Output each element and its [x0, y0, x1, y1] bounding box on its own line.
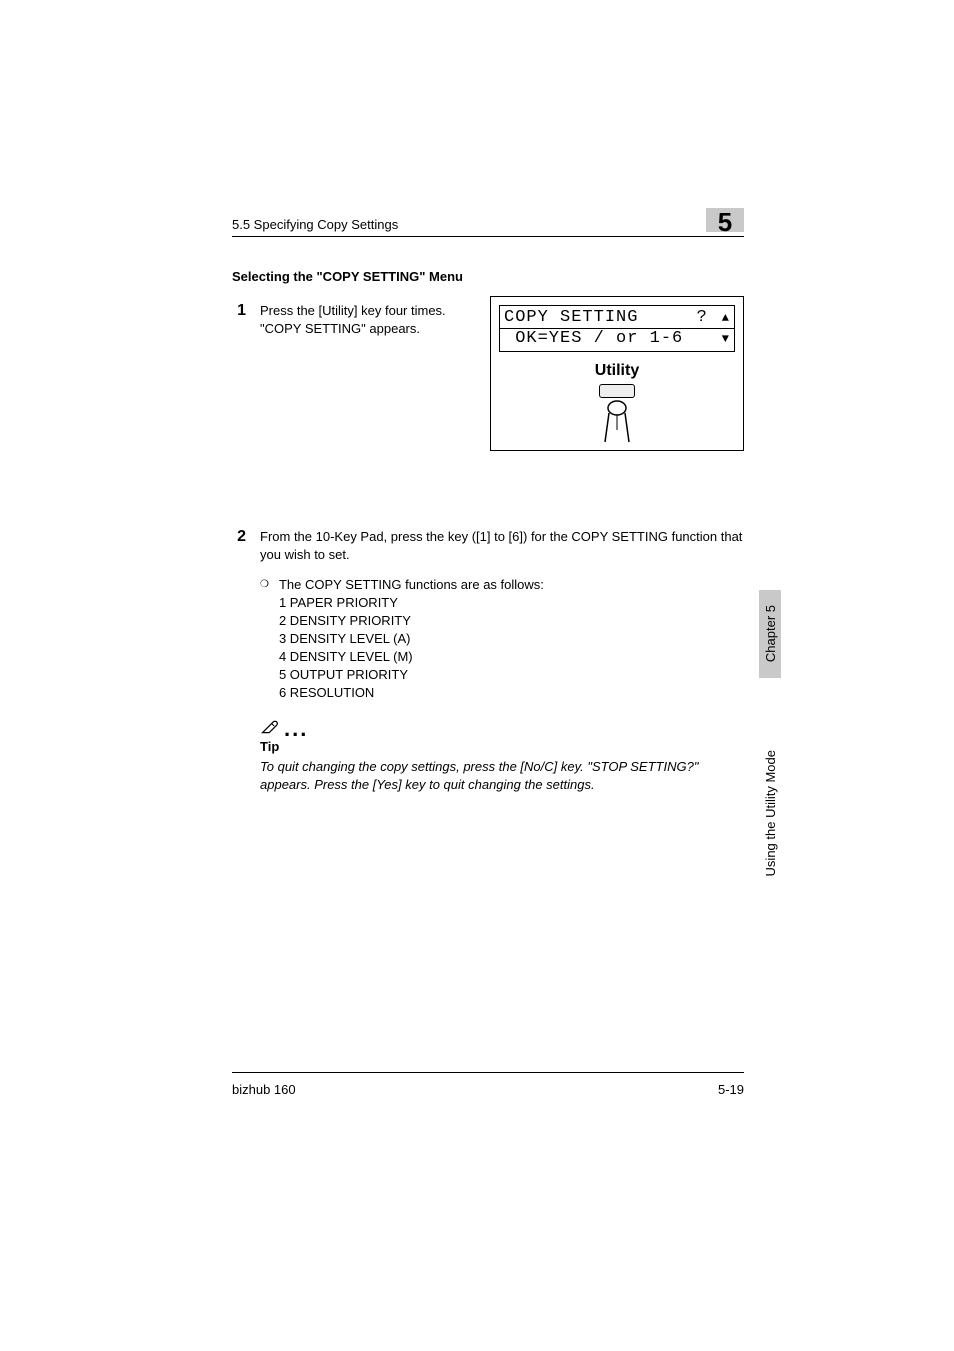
writing-hand-icon [260, 716, 280, 736]
lcd-line-2: OK=YES / or 1-6 ▼ [500, 328, 734, 349]
page: 5.5 Specifying Copy Settings 5 Selecting… [0, 0, 954, 1351]
lcd-line1-left: COPY SETTING [504, 308, 638, 328]
chapter-number: 5 [718, 207, 732, 237]
sub-item-4: 4 DENSITY LEVEL (M) [279, 648, 544, 666]
side-chapter-label: Chapter 5 [763, 605, 778, 662]
header-rule [232, 236, 744, 237]
chapter-number-box: 5 [706, 208, 744, 232]
utility-key-icon [599, 384, 635, 398]
step-2-body: From the 10-Key Pad, press the key ([1] … [260, 528, 744, 794]
sub-item-5: 5 OUTPUT PRIORITY [279, 666, 544, 684]
side-mode-box: Using the Utility Mode [759, 686, 781, 876]
footer-rule [232, 1072, 744, 1073]
tip-block: ... Tip To quit changing the copy settin… [260, 716, 744, 794]
lcd-line2-text: OK=YES / or 1-6 [504, 329, 683, 349]
step-2: 2 From the 10-Key Pad, press the key ([1… [232, 528, 744, 794]
up-arrow-icon: ▲ [722, 308, 730, 328]
sub-item-6: 6 RESOLUTION [279, 684, 544, 702]
lcd-line-1: COPY SETTING ? ▲ [504, 308, 730, 328]
sub-item-3: 3 DENSITY LEVEL (A) [279, 630, 544, 648]
utility-key-label: Utility [499, 362, 735, 380]
running-head: 5.5 Specifying Copy Settings [232, 217, 398, 232]
section-title: Selecting the "COPY SETTING" Menu [232, 269, 744, 284]
bullet-icon: ❍ [260, 576, 269, 702]
step-2-line-1: From the 10-Key Pad, press the key ([1] … [260, 528, 744, 564]
tip-text: To quit changing the copy settings, pres… [260, 758, 744, 794]
step-2-sublist: ❍ The COPY SETTING functions are as foll… [260, 576, 744, 702]
down-arrow-icon: ▼ [722, 329, 730, 349]
lcd-screen: COPY SETTING ? ▲ OK=YES / or 1-6 ▼ [499, 305, 735, 352]
dots-icon: ... [284, 724, 308, 734]
page-footer: bizhub 160 5-19 [232, 1082, 744, 1097]
page-header: 5.5 Specifying Copy Settings 5 [232, 208, 744, 232]
lcd-figure: COPY SETTING ? ▲ OK=YES / or 1-6 ▼ Utili… [490, 296, 744, 451]
footer-right: 5-19 [718, 1082, 744, 1097]
footer-left: bizhub 160 [232, 1082, 296, 1097]
side-chapter-box: Chapter 5 [759, 590, 781, 678]
finger-press-icon [597, 400, 637, 444]
sublist-lines: The COPY SETTING functions are as follow… [279, 576, 544, 702]
step-number: 1 [232, 302, 246, 338]
tip-label: Tip [260, 738, 744, 756]
lcd-line1-right: ? [697, 308, 708, 328]
sub-item-2: 2 DENSITY PRIORITY [279, 612, 544, 630]
sub-item-1: 1 PAPER PRIORITY [279, 594, 544, 612]
side-mode-label: Using the Utility Mode [763, 750, 778, 876]
side-tab: Chapter 5 Using the Utility Mode [759, 590, 781, 890]
step-number: 2 [232, 528, 246, 794]
sub-intro: The COPY SETTING functions are as follow… [279, 576, 544, 594]
tip-icon-row: ... [260, 716, 744, 736]
